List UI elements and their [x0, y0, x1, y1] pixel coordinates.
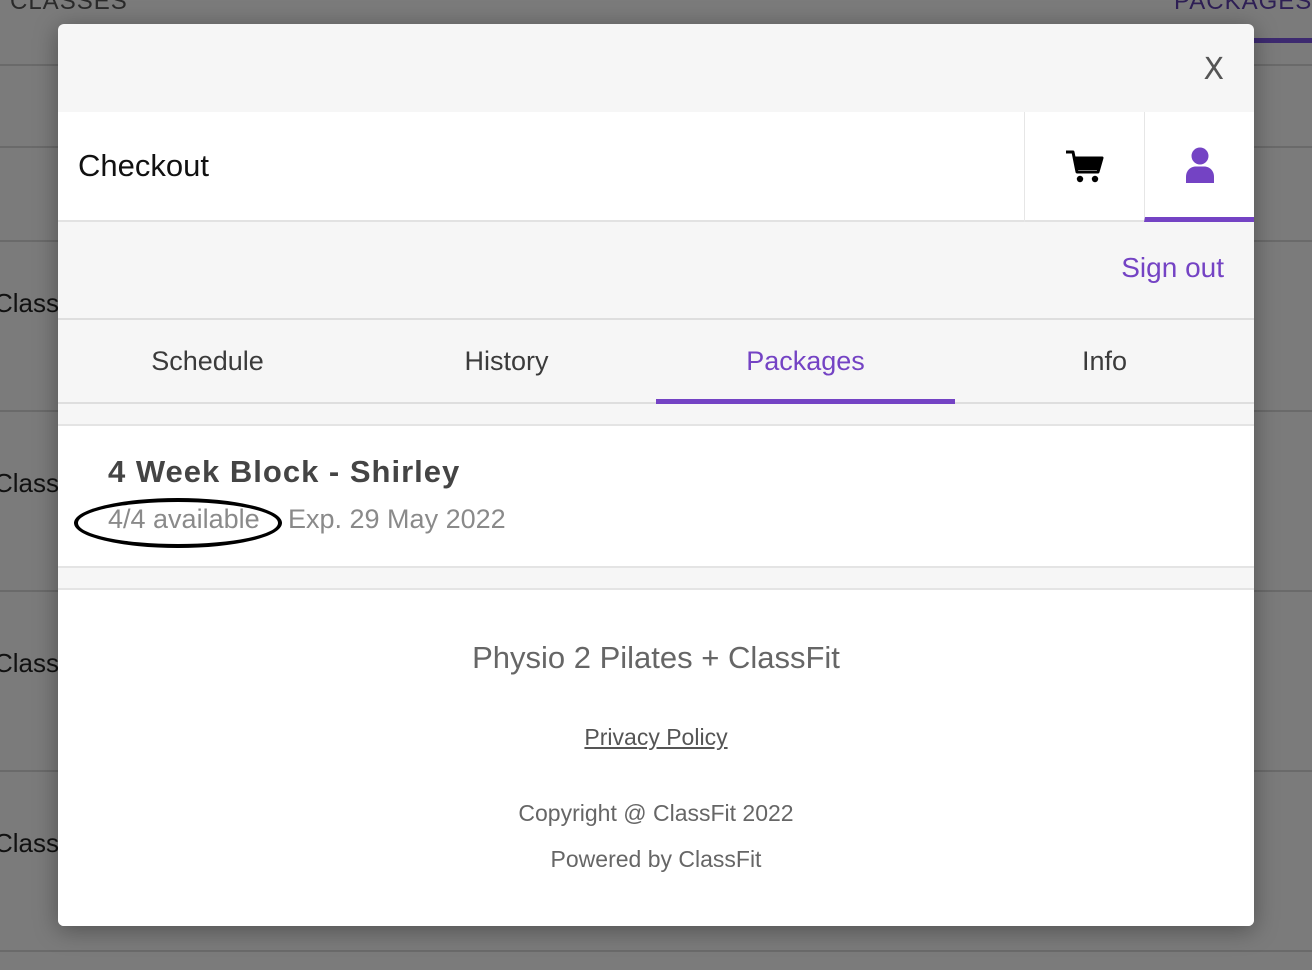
account-button[interactable] [1144, 112, 1254, 222]
modal-title: Checkout [78, 148, 209, 183]
annotation-ellipse [74, 498, 282, 548]
bg-row-label: Class [0, 468, 60, 498]
tab-packages[interactable]: Packages [656, 320, 955, 404]
checkout-modal: X Checkout Sign out Schedule History Pac… [58, 24, 1254, 926]
bg-tab-classes: CLASSES [10, 0, 128, 15]
bg-divider [0, 950, 1312, 952]
tab-info[interactable]: Info [955, 320, 1254, 402]
cart-button[interactable] [1024, 112, 1144, 222]
package-card: 4 Week Block - Shirley 4/4 available Exp… [58, 424, 1254, 568]
footer-brand: Physio 2 Pilates + ClassFit [472, 640, 840, 675]
bg-tab-packages: PACKAGES [1174, 0, 1312, 15]
bg-row-label: Class [0, 288, 60, 318]
package-title: 4 Week Block - Shirley [108, 454, 461, 489]
modal-footer: Physio 2 Pilates + ClassFit Privacy Poli… [58, 588, 1254, 926]
footer-copyright: Copyright @ ClassFit 2022 [518, 800, 794, 826]
package-expiry: Exp. 29 May 2022 [288, 504, 506, 534]
footer-privacy: Privacy Policy [58, 724, 1254, 751]
modal-header: Checkout [58, 112, 1254, 222]
tab-history[interactable]: History [357, 320, 656, 402]
bg-row-label: Class [0, 828, 60, 858]
tab-schedule[interactable]: Schedule [58, 320, 357, 402]
shopping-cart-icon [1065, 150, 1103, 183]
sign-out-link[interactable]: Sign out [1121, 252, 1224, 284]
privacy-policy-link[interactable]: Privacy Policy [584, 724, 727, 750]
bg-row-label: Class [0, 648, 60, 678]
signout-area: Sign out [58, 222, 1254, 318]
user-icon [1185, 147, 1214, 183]
account-tabs: Schedule History Packages Info [58, 318, 1254, 404]
close-button[interactable]: X [1203, 52, 1224, 87]
bg-tab-indicator [1254, 38, 1312, 43]
footer-powered-by: Powered by ClassFit [550, 846, 762, 872]
